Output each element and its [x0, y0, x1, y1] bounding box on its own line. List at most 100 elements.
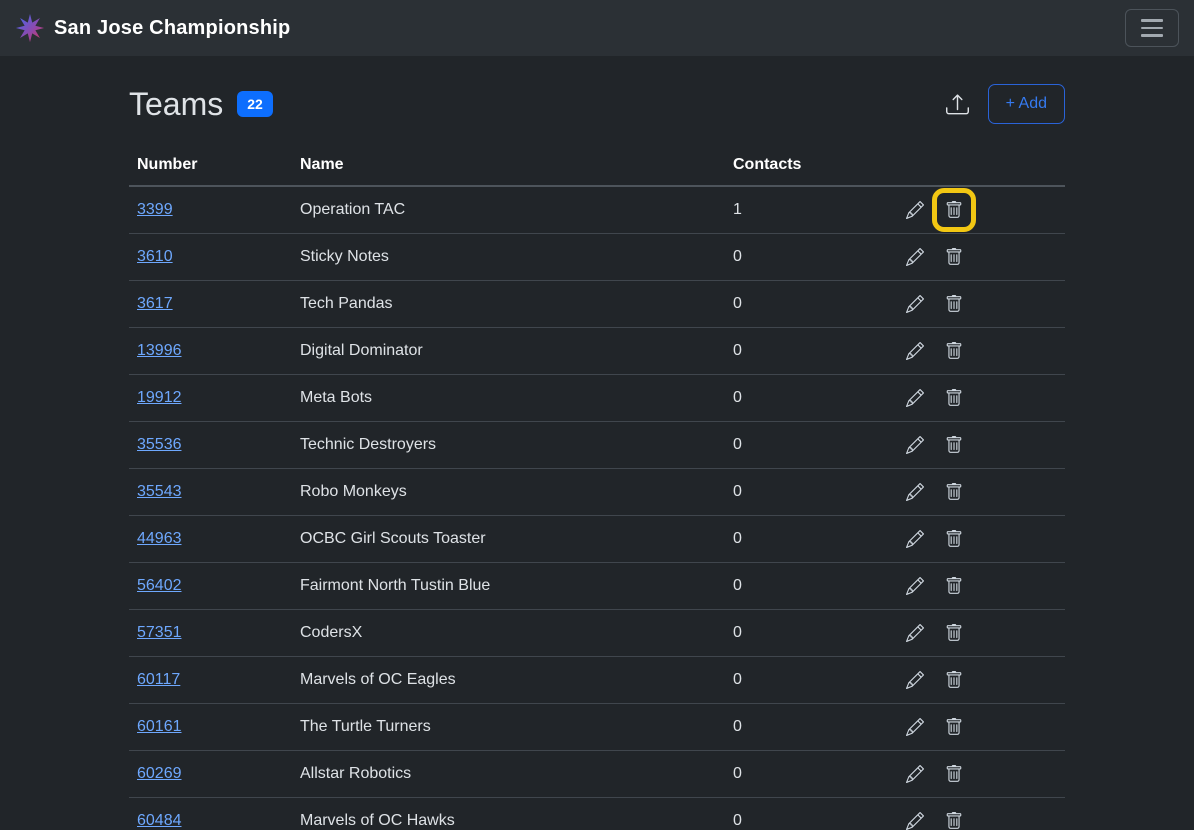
delete-button[interactable] — [944, 482, 964, 502]
table-row: 60484 Marvels of OC Hawks 0 — [129, 798, 1065, 830]
team-contacts-count: 0 — [725, 798, 881, 830]
brand[interactable]: San Jose Championship — [15, 13, 290, 43]
delete-button[interactable] — [944, 811, 964, 830]
pencil-icon — [906, 624, 924, 642]
team-contacts-count: 0 — [725, 751, 881, 798]
delete-button[interactable] — [944, 717, 964, 737]
table-header-row: Number Name Contacts — [129, 148, 1065, 186]
edit-button[interactable] — [905, 388, 925, 408]
hamburger-icon — [1141, 19, 1163, 37]
team-name: Robo Monkeys — [292, 469, 725, 516]
team-number-link[interactable]: 3399 — [137, 201, 173, 218]
delete-button[interactable] — [944, 670, 964, 690]
table-row: 56402 Fairmont North Tustin Blue 0 — [129, 563, 1065, 610]
pencil-icon — [906, 671, 924, 689]
column-header-actions — [881, 148, 1065, 186]
team-contacts-count: 0 — [725, 234, 881, 281]
table-row: 60269 Allstar Robotics 0 — [129, 751, 1065, 798]
column-header-number: Number — [129, 148, 292, 186]
team-number-link[interactable]: 3610 — [137, 248, 173, 265]
team-name: Technic Destroyers — [292, 422, 725, 469]
team-name: Fairmont North Tustin Blue — [292, 563, 725, 610]
team-contacts-count: 0 — [725, 704, 881, 751]
column-header-name: Name — [292, 148, 725, 186]
team-name: Meta Bots — [292, 375, 725, 422]
table-row: 3399 Operation TAC 1 — [129, 186, 1065, 234]
team-number-link[interactable]: 13996 — [137, 342, 182, 359]
team-number-link[interactable]: 57351 — [137, 624, 182, 641]
edit-button[interactable] — [905, 717, 925, 737]
delete-button[interactable] — [944, 764, 964, 784]
table-row: 35536 Technic Destroyers 0 — [129, 422, 1065, 469]
delete-button[interactable] — [944, 435, 964, 455]
delete-button[interactable] — [944, 388, 964, 408]
team-contacts-count: 0 — [725, 328, 881, 375]
edit-button[interactable] — [905, 576, 925, 596]
team-count-badge: 22 — [237, 91, 273, 117]
delete-button[interactable] — [944, 576, 964, 596]
page-title: Teams — [129, 88, 223, 120]
delete-button[interactable] — [944, 294, 964, 314]
upload-icon — [946, 93, 969, 116]
team-number-link[interactable]: 44963 — [137, 530, 182, 547]
team-name: The Turtle Turners — [292, 704, 725, 751]
delete-button[interactable] — [944, 623, 964, 643]
team-contacts-count: 1 — [725, 186, 881, 234]
team-number-link[interactable]: 60117 — [137, 671, 180, 688]
table-row: 60161 The Turtle Turners 0 — [129, 704, 1065, 751]
edit-button[interactable] — [905, 529, 925, 549]
edit-button[interactable] — [905, 200, 925, 220]
pencil-icon — [906, 812, 924, 830]
team-name: Marvels of OC Eagles — [292, 657, 725, 704]
edit-button[interactable] — [905, 341, 925, 361]
table-row: 44963 OCBC Girl Scouts Toaster 0 — [129, 516, 1065, 563]
edit-button[interactable] — [905, 764, 925, 784]
pencil-icon — [906, 295, 924, 313]
table-row: 19912 Meta Bots 0 — [129, 375, 1065, 422]
team-number-link[interactable]: 19912 — [137, 389, 182, 406]
navbar: San Jose Championship — [0, 0, 1194, 56]
team-number-link[interactable]: 60484 — [137, 812, 182, 829]
team-number-link[interactable]: 60161 — [137, 718, 182, 735]
starburst-icon — [15, 13, 45, 43]
team-number-link[interactable]: 3617 — [137, 295, 173, 312]
trash-icon — [945, 389, 963, 407]
delete-button[interactable] — [944, 529, 964, 549]
page-header: Teams 22 + Add — [129, 84, 1065, 124]
team-number-link[interactable]: 56402 — [137, 577, 182, 594]
trash-icon — [945, 201, 963, 219]
edit-button[interactable] — [905, 482, 925, 502]
team-contacts-count: 0 — [725, 610, 881, 657]
teams-table: Number Name Contacts 3399 Operation TAC … — [129, 148, 1065, 830]
edit-button[interactable] — [905, 294, 925, 314]
team-contacts-count: 0 — [725, 422, 881, 469]
menu-button[interactable] — [1125, 9, 1179, 47]
trash-icon — [945, 718, 963, 736]
team-contacts-count: 0 — [725, 281, 881, 328]
edit-button[interactable] — [905, 670, 925, 690]
app-title[interactable]: San Jose Championship — [54, 17, 290, 40]
team-contacts-count: 0 — [725, 657, 881, 704]
team-contacts-count: 0 — [725, 563, 881, 610]
pencil-icon — [906, 577, 924, 595]
edit-button[interactable] — [905, 435, 925, 455]
trash-icon — [945, 530, 963, 548]
trash-icon — [945, 436, 963, 454]
trash-icon — [945, 483, 963, 501]
table-row: 57351 CodersX 0 — [129, 610, 1065, 657]
delete-button[interactable] — [944, 247, 964, 267]
delete-button[interactable] — [944, 341, 964, 361]
trash-icon — [945, 248, 963, 266]
team-number-link[interactable]: 60269 — [137, 765, 182, 782]
trash-icon — [945, 671, 963, 689]
upload-button[interactable] — [943, 90, 972, 119]
delete-button[interactable] — [944, 200, 964, 220]
team-number-link[interactable]: 35536 — [137, 436, 182, 453]
column-header-contacts: Contacts — [725, 148, 881, 186]
team-name: CodersX — [292, 610, 725, 657]
edit-button[interactable] — [905, 811, 925, 830]
team-number-link[interactable]: 35543 — [137, 483, 182, 500]
edit-button[interactable] — [905, 623, 925, 643]
add-button[interactable]: + Add — [988, 84, 1065, 123]
edit-button[interactable] — [905, 247, 925, 267]
